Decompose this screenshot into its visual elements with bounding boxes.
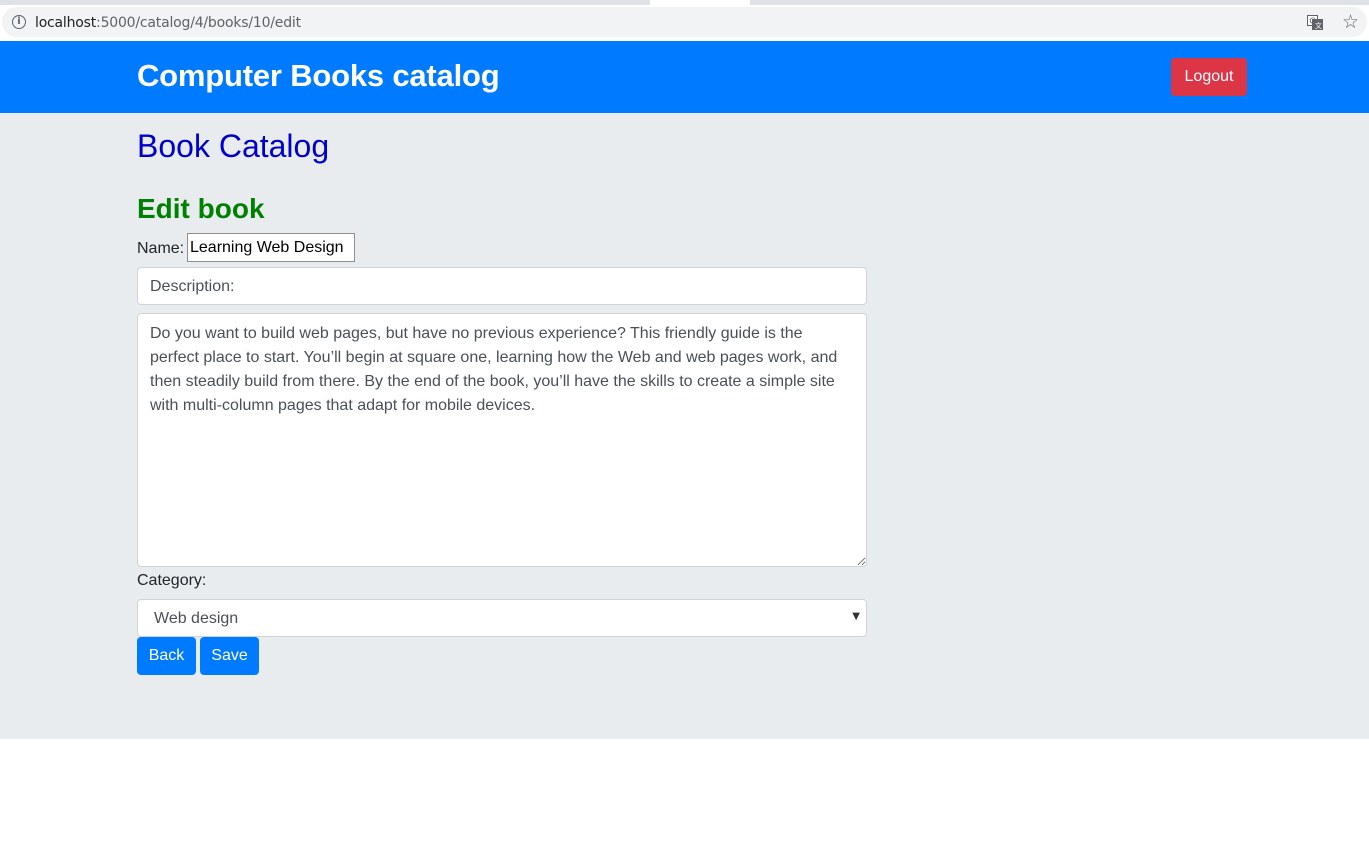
section-title: Edit book: [137, 193, 265, 224]
omnibox[interactable]: i localhost:5000/catalog/4/books/10/edit…: [2, 7, 1367, 37]
url-path: :5000/catalog/4/books/10/edit: [96, 15, 301, 31]
category-select[interactable]: Web design ▼: [137, 599, 867, 637]
top-navbar: Computer Books catalog Logout: [0, 41, 1369, 113]
caret-down-icon: ▼: [852, 611, 860, 622]
star-icon[interactable]: ☆: [1342, 12, 1359, 32]
page-title: Book Catalog: [137, 128, 330, 164]
category-selected-value: Web design: [154, 610, 239, 627]
translate-icon[interactable]: G 文: [1307, 15, 1323, 30]
category-label: Category:: [137, 572, 207, 589]
back-button[interactable]: Back: [137, 637, 196, 675]
address-bar: i localhost:5000/catalog/4/books/10/edit…: [0, 5, 1369, 39]
main-content: Book Catalog Edit book Name: Description…: [0, 113, 1369, 739]
description-label: Description:: [137, 267, 867, 305]
url-host: localhost: [35, 15, 97, 31]
info-icon[interactable]: i: [12, 15, 26, 29]
logout-button[interactable]: Logout: [1171, 58, 1247, 96]
description-textarea[interactable]: Do you want to build web pages, but have…: [137, 313, 867, 567]
save-button[interactable]: Save: [200, 637, 259, 675]
svg-text:文: 文: [1315, 21, 1322, 30]
name-input[interactable]: [187, 233, 355, 262]
name-label: Name:: [137, 240, 185, 257]
brand-title[interactable]: Computer Books catalog: [137, 57, 500, 95]
url-text[interactable]: localhost:5000/catalog/4/books/10/edit: [35, 15, 301, 31]
